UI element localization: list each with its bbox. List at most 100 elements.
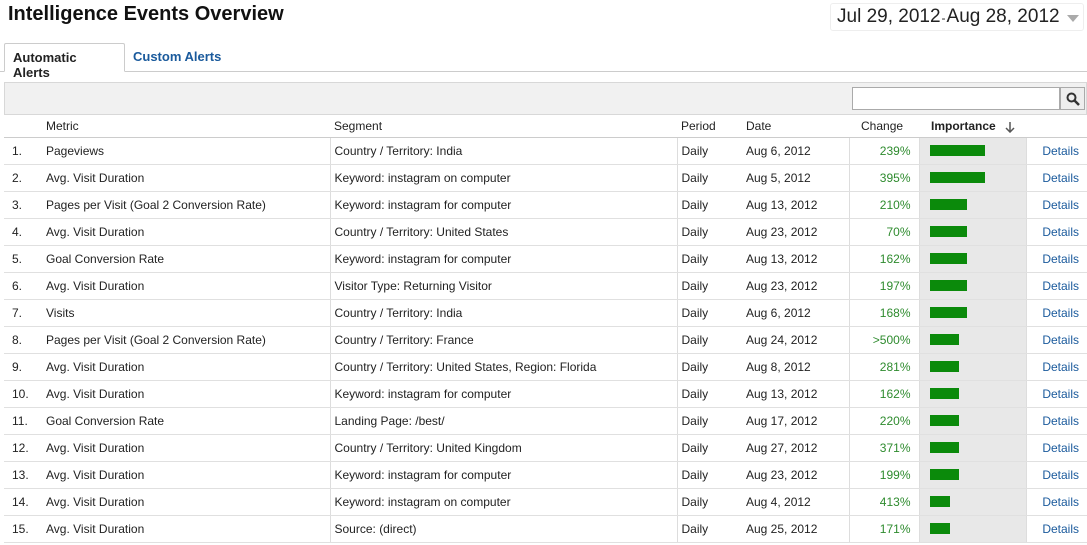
importance-bar [929,172,985,183]
segment-cell: Keyword: instagram for computer [330,245,678,273]
search-button[interactable] [1060,87,1085,110]
sort-down-arrow-icon [1005,121,1015,133]
date-cell: Aug 24, 2012 [742,326,850,354]
change-cell: 197% [849,272,920,300]
details-link[interactable]: Details [1026,515,1087,543]
metric-cell: Goal Conversion Rate [42,407,331,435]
details-link[interactable]: Details [1026,380,1087,408]
table-row: 7. Visits Country / Territory: India Daily A… [4,299,1087,327]
importance-cell [919,515,1027,543]
date-cell: Aug 13, 2012 [742,245,850,273]
alert-tabs: Automatic Alerts Custom Alerts [0,43,1087,80]
importance-cell [919,353,1027,381]
row-number: 4. [4,218,42,246]
col-importance-label: Importance [931,118,996,133]
segment-cell: Country / Territory: France [330,326,678,354]
details-link[interactable]: Details [1026,488,1087,516]
importance-cell [919,245,1027,273]
importance-bar [929,334,959,345]
segment-cell: Keyword: instagram for computer [330,380,678,408]
change-cell: 162% [849,380,920,408]
period-cell: Daily [677,164,742,192]
change-cell: 70% [849,218,920,246]
tab-automatic-alerts[interactable]: Automatic Alerts [4,43,125,80]
row-number: 11. [4,407,42,435]
metric-cell: Goal Conversion Rate [42,245,331,273]
change-cell: 168% [849,299,920,327]
col-segment-header[interactable]: Segment [330,115,677,138]
col-change-header[interactable]: Change [849,115,919,138]
change-cell: 395% [849,164,920,192]
importance-cell [919,191,1027,219]
tab-custom-alerts[interactable]: Custom Alerts [125,43,229,72]
row-number: 15. [4,515,42,543]
segment-cell: Country / Territory: India [330,299,678,327]
importance-bar [929,388,959,399]
table-row: 5. Goal Conversion Rate Keyword: instagram… [4,245,1087,273]
row-number: 12. [4,434,42,462]
details-link[interactable]: Details [1026,434,1087,462]
row-number: 8. [4,326,42,354]
table-toolbar [4,82,1087,115]
metric-cell: Avg. Visit Duration [42,218,331,246]
table-row: 6. Avg. Visit Duration Visitor Type: Retur… [4,272,1087,300]
details-link[interactable]: Details [1026,218,1087,246]
change-cell: 162% [849,245,920,273]
segment-cell: Source: (direct) [330,515,678,543]
table-row: 10. Avg. Visit Duration Keyword: instagram… [4,380,1087,408]
search-input[interactable] [852,87,1060,110]
metric-cell: Avg. Visit Duration [42,461,331,489]
table-header-row: Metric Segment Period Date Change Import… [4,115,1087,138]
period-cell: Daily [677,218,742,246]
details-link[interactable]: Details [1026,461,1087,489]
row-number: 14. [4,488,42,516]
row-number: 1. [4,137,42,165]
details-link[interactable]: Details [1026,272,1087,300]
segment-cell: Landing Page: /best/ [330,407,678,435]
period-cell: Daily [677,137,742,165]
table-row: 1. Pageviews Country / Territory: India Dai… [4,137,1087,165]
date-cell: Aug 13, 2012 [742,380,850,408]
importance-cell [919,488,1027,516]
change-cell: 281% [849,353,920,381]
details-link[interactable]: Details [1026,137,1087,165]
importance-bar [929,496,950,507]
importance-cell [919,137,1027,165]
details-link[interactable]: Details [1026,326,1087,354]
date-start: Jul 29, 2012 [837,6,941,27]
metric-cell: Avg. Visit Duration [42,380,331,408]
col-metric-header[interactable]: Metric [42,115,330,138]
period-cell: Daily [677,191,742,219]
importance-bar [929,442,959,453]
segment-cell: Keyword: instagram on computer [330,488,678,516]
chevron-down-icon[interactable] [1067,15,1079,22]
change-cell: 199% [849,461,920,489]
table-row: 15. Avg. Visit Duration Source: (direct) Da… [4,515,1087,543]
period-cell: Daily [677,434,742,462]
date-cell: Aug 8, 2012 [742,353,850,381]
details-link[interactable]: Details [1026,353,1087,381]
col-date-header[interactable]: Date [742,115,849,138]
row-number: 6. [4,272,42,300]
date-range-picker[interactable]: Jul 29, 2012-Aug 28, 2012 [830,3,1084,31]
importance-bar [929,523,950,534]
importance-bar [929,253,967,264]
details-link[interactable]: Details [1026,407,1087,435]
metric-cell: Pageviews [42,137,331,165]
details-link[interactable]: Details [1026,245,1087,273]
period-cell: Daily [677,407,742,435]
change-cell: 413% [849,488,920,516]
importance-bar [929,280,967,291]
importance-bar [929,361,959,372]
row-number: 7. [4,299,42,327]
segment-cell: Keyword: instagram for computer [330,191,678,219]
details-link[interactable]: Details [1026,299,1087,327]
col-period-header[interactable]: Period [677,115,742,138]
details-link[interactable]: Details [1026,191,1087,219]
importance-cell [919,164,1027,192]
change-cell: 371% [849,434,920,462]
col-importance-header[interactable]: Importance [919,115,1026,138]
metric-cell: Avg. Visit Duration [42,488,331,516]
segment-cell: Keyword: instagram for computer [330,461,678,489]
details-link[interactable]: Details [1026,164,1087,192]
